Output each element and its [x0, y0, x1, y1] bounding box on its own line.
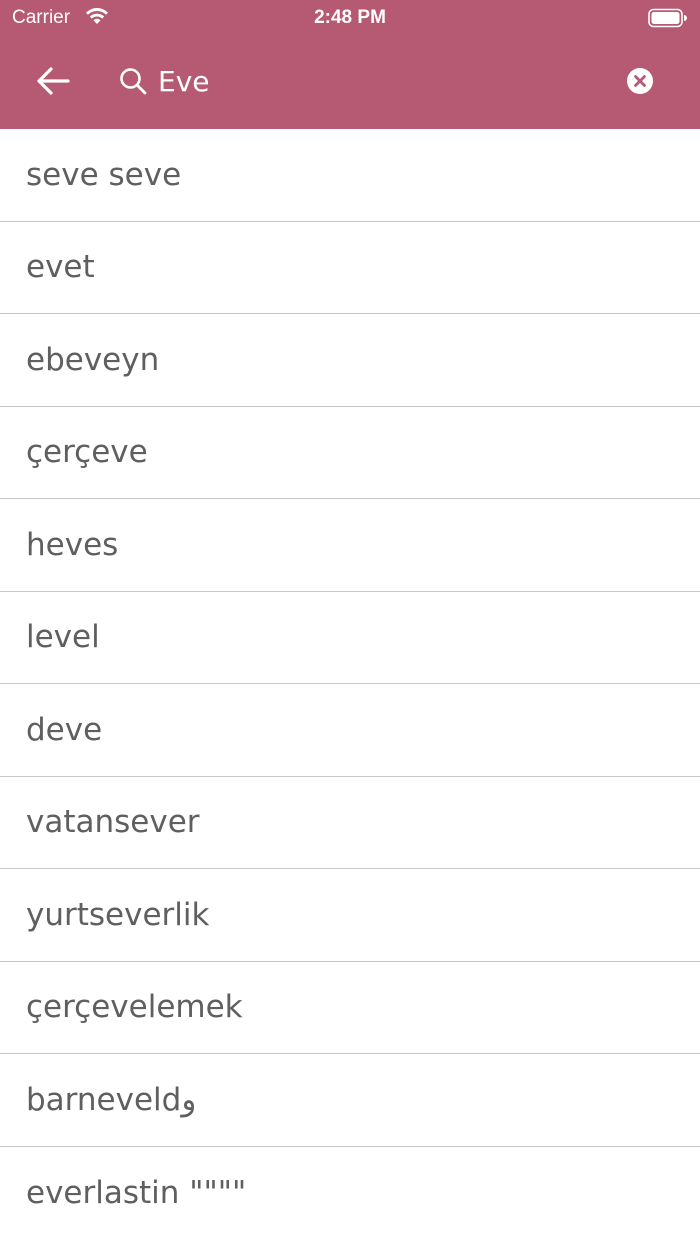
result-item[interactable]: ebeveyn	[0, 314, 700, 407]
result-item[interactable]: deve	[0, 684, 700, 777]
result-item[interactable]: evet	[0, 222, 700, 314]
result-item[interactable]: yurtseverlik	[0, 869, 700, 962]
back-button[interactable]	[30, 60, 76, 102]
arrow-left-icon	[37, 67, 70, 95]
result-item[interactable]: seve seve	[0, 129, 700, 222]
result-item[interactable]: heves	[0, 499, 700, 592]
result-item[interactable]: vatansever	[0, 777, 700, 869]
status-time: 2:48 PM	[314, 7, 386, 28]
status-bar: Carrier 2:48 PM	[0, 0, 700, 36]
clear-search-button[interactable]	[626, 67, 654, 95]
app-header: Carrier 2:48 PM	[0, 0, 700, 129]
search-input[interactable]	[158, 56, 608, 106]
results-list: seve seve evet ebeveyn çerçeve heves lev…	[0, 129, 700, 1239]
result-item[interactable]: level	[0, 592, 700, 684]
result-item[interactable]: çerçeve	[0, 407, 700, 499]
search-icon	[120, 68, 147, 95]
result-item[interactable]: everlastin """"	[0, 1147, 700, 1240]
result-item[interactable]: barneveldو	[0, 1054, 700, 1147]
battery-icon	[648, 8, 688, 32]
result-item[interactable]: çerçevelemek	[0, 962, 700, 1054]
